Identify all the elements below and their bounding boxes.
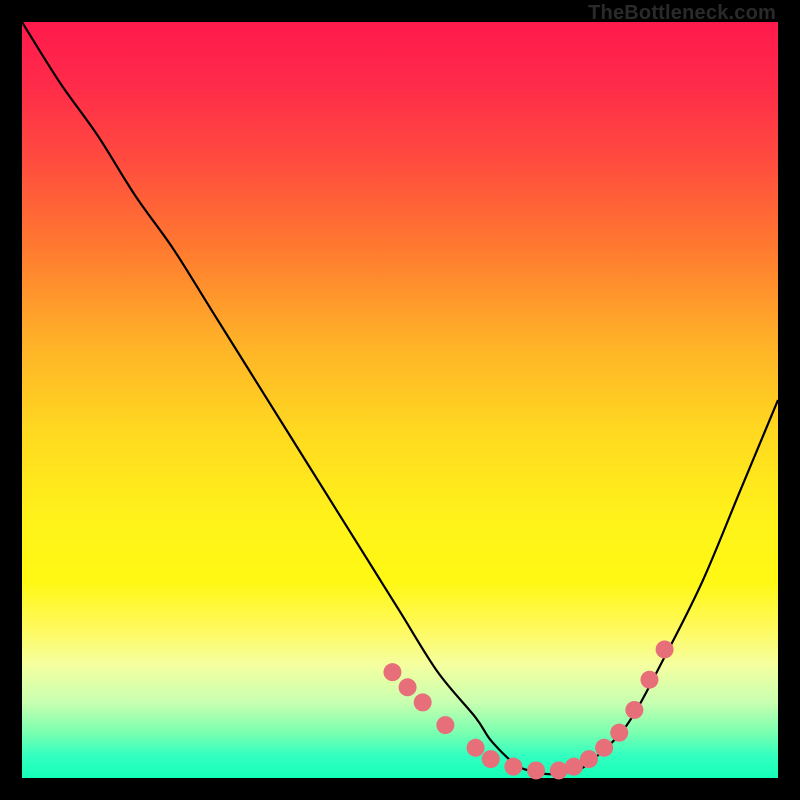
- marker-dot: [656, 640, 674, 658]
- marker-dot: [414, 693, 432, 711]
- marker-dots: [383, 640, 673, 779]
- marker-dot: [527, 761, 545, 779]
- marker-dot: [625, 701, 643, 719]
- marker-dot: [550, 761, 568, 779]
- marker-dot: [467, 739, 485, 757]
- marker-dot: [383, 663, 401, 681]
- marker-dot: [640, 671, 658, 689]
- marker-dot: [504, 758, 522, 776]
- marker-dot: [399, 678, 417, 696]
- marker-dot: [610, 724, 628, 742]
- curve-group: [22, 22, 778, 774]
- marker-dot: [436, 716, 454, 734]
- marker-dot: [595, 739, 613, 757]
- bottleneck-curve: [22, 22, 778, 774]
- chart-svg: [22, 22, 778, 778]
- marker-dot: [482, 750, 500, 768]
- marker-dot: [580, 750, 598, 768]
